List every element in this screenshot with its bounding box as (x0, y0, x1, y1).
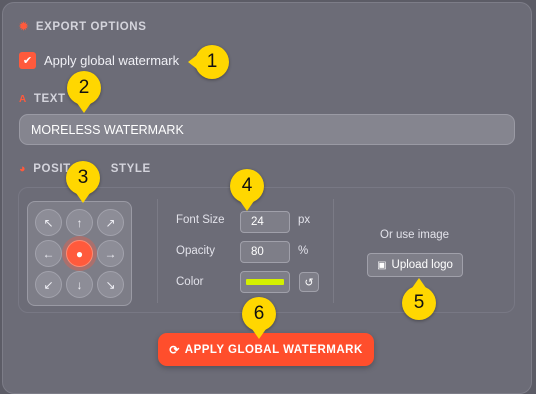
color-label: Color (176, 276, 204, 288)
font-size-value: 24 (251, 216, 264, 228)
upload-logo-button[interactable]: ▣ Upload logo (367, 253, 463, 277)
callout-5: 5 (402, 278, 436, 320)
arrow-down-right-icon: ↘ (105, 277, 116, 292)
callout-3-number: 3 (77, 167, 89, 188)
export-options-header: ✹ EXPORT OPTIONS (19, 20, 147, 34)
divider-right (333, 199, 334, 303)
center-dot-icon: ● (75, 246, 84, 261)
reset-icon: ↺ (304, 276, 314, 289)
opacity-input[interactable]: 80 (240, 241, 290, 263)
color-swatch-fill (246, 279, 284, 285)
export-options-title: EXPORT OPTIONS (35, 20, 147, 33)
image-icon: ▣ (377, 259, 387, 271)
apply-global-row[interactable]: ✔ Apply global watermark (19, 52, 179, 69)
position-top-button[interactable]: ↑ (66, 209, 93, 236)
position-bottom-left-button[interactable]: ↙ (35, 271, 62, 298)
font-size-label: Font Size (176, 214, 225, 226)
position-grid: ↖ ↑ ↗ ← ● → ↙ ↓ ↘ (27, 201, 132, 306)
position-top-left-button[interactable]: ↖ (35, 209, 62, 236)
apply-global-watermark-button[interactable]: ⟳ APPLY GLOBAL WATERMARK (158, 333, 374, 366)
reset-color-button[interactable]: ↺ (299, 272, 319, 292)
refresh-icon: ⟳ (169, 342, 180, 357)
text-icon: A (19, 93, 27, 105)
position-top-right-button[interactable]: ↗ (97, 209, 124, 236)
callout-3: 3 (66, 161, 100, 203)
position-center-button[interactable]: ● (66, 240, 93, 267)
apply-global-label: Apply global watermark (44, 53, 180, 68)
arrow-right-icon: → (104, 246, 117, 261)
callout-1: 1 (188, 45, 229, 79)
watermark-text-value: MORELESS WATERMARK (31, 122, 184, 137)
arrow-up-right-icon: ↗ (105, 215, 116, 230)
opacity-label: Opacity (176, 245, 215, 257)
callout-6: 6 (242, 297, 276, 339)
opacity-value: 80 (251, 246, 264, 258)
color-picker[interactable] (240, 271, 290, 293)
callout-1-number: 1 (206, 51, 218, 72)
position-right-button[interactable]: → (97, 240, 124, 267)
position-title-right: STYLE (110, 163, 151, 175)
font-size-unit: px (298, 214, 311, 226)
palette-icon: ◕ (19, 163, 27, 175)
position-title-left: POSIT (33, 163, 71, 175)
check-icon: ✔ (22, 55, 33, 67)
gear-icon: ✹ (19, 21, 29, 33)
callout-6-number: 6 (253, 303, 265, 324)
callout-2-number: 2 (78, 77, 90, 98)
apply-global-watermark-label: APPLY GLOBAL WATERMARK (184, 343, 363, 356)
upload-logo-label: Upload logo (391, 259, 453, 271)
opacity-unit: % (298, 245, 309, 257)
text-section-header: A TEXT (19, 93, 66, 105)
watermark-text-input[interactable]: MORELESS WATERMARK (19, 114, 515, 145)
font-size-input[interactable]: 24 (240, 211, 290, 233)
callout-5-number: 5 (413, 292, 425, 313)
position-left-button[interactable]: ← (35, 240, 62, 267)
arrow-left-icon: ← (42, 246, 55, 261)
apply-global-checkbox[interactable]: ✔ (19, 52, 36, 69)
callout-4-number: 4 (241, 175, 253, 196)
arrow-down-left-icon: ↙ (43, 277, 54, 292)
callout-4: 4 (230, 169, 264, 211)
arrow-down-icon: ↓ (76, 277, 83, 292)
divider-left (157, 199, 158, 303)
callout-2: 2 (67, 71, 101, 113)
or-use-image-text: Or use image (380, 229, 450, 241)
position-bottom-right-button[interactable]: ↘ (97, 271, 124, 298)
arrow-up-icon: ↑ (76, 215, 83, 230)
arrow-up-left-icon: ↖ (43, 215, 54, 230)
text-section-title: TEXT (33, 93, 66, 105)
position-bottom-button[interactable]: ↓ (66, 271, 93, 298)
